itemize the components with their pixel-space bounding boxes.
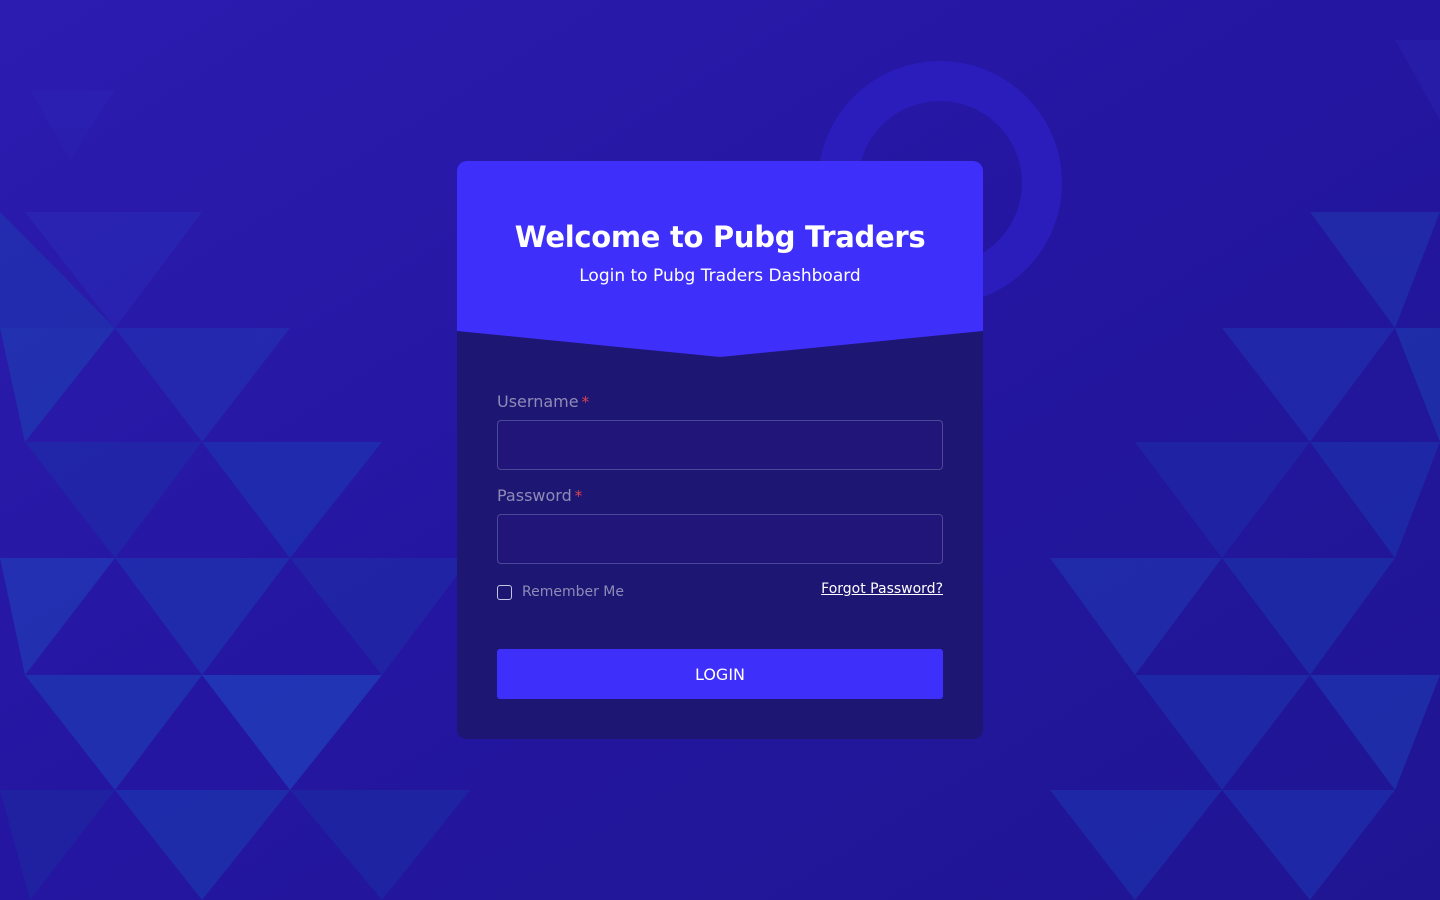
- password-label: Password *: [497, 486, 582, 505]
- remember-me-label[interactable]: Remember Me: [522, 584, 624, 600]
- required-marker: *: [574, 487, 583, 505]
- password-label-text: Password: [497, 486, 572, 505]
- card-header-banner: [457, 161, 983, 357]
- welcome-subtitle: Login to Pubg Traders Dashboard: [579, 266, 861, 286]
- login-card: Welcome to Pubg Traders Login to Pubg Tr…: [457, 161, 983, 739]
- required-marker: *: [581, 393, 590, 411]
- forgot-password-link[interactable]: Forgot Password?: [821, 581, 943, 597]
- username-input[interactable]: [497, 420, 943, 470]
- welcome-title: Welcome to Pubg Traders: [514, 220, 926, 254]
- password-input[interactable]: [497, 514, 943, 564]
- remember-me-row[interactable]: Remember Me: [497, 584, 624, 600]
- login-button[interactable]: LOGIN: [497, 649, 943, 699]
- remember-me-checkbox[interactable]: [497, 584, 512, 600]
- username-label-text: Username: [497, 392, 579, 411]
- username-label: Username *: [497, 392, 589, 411]
